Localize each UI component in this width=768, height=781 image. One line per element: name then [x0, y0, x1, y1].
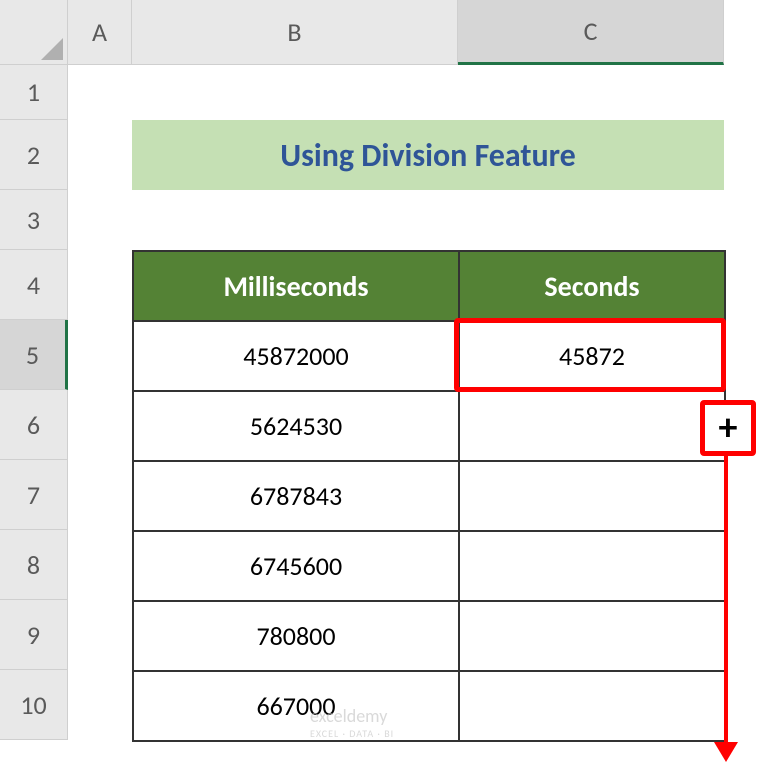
data-table: Milliseconds Seconds 45872000 45872 5624… [132, 250, 726, 742]
cell-b6[interactable]: 5624530 [133, 391, 459, 461]
row-header-2[interactable]: 2 [0, 120, 68, 190]
data-table-container: Milliseconds Seconds 45872000 45872 5624… [132, 250, 726, 742]
drag-arrow [724, 456, 728, 746]
row-header-8[interactable]: 8 [0, 530, 68, 600]
table-header-row: Milliseconds Seconds [133, 251, 725, 321]
cell-c8[interactable] [459, 531, 725, 601]
header-milliseconds[interactable]: Milliseconds [133, 251, 459, 321]
row-header-7[interactable]: 7 [0, 460, 68, 530]
row-header-5[interactable]: 5 [0, 320, 68, 390]
title-text: Using Division Feature [280, 136, 576, 175]
table-row: 5624530 [133, 391, 725, 461]
table-row: 780800 [133, 601, 725, 671]
cell-b8[interactable]: 6745600 [133, 531, 459, 601]
cell-b7[interactable]: 6787843 [133, 461, 459, 531]
table-row: 667000 [133, 671, 725, 741]
watermark-sub: EXCEL · DATA · BI [310, 727, 394, 740]
row-header-6[interactable]: 6 [0, 390, 68, 460]
row-header-4[interactable]: 4 [0, 250, 68, 320]
cell-c5[interactable]: 45872 [459, 321, 725, 391]
row-header-9[interactable]: 9 [0, 600, 68, 670]
row-header-1[interactable]: 1 [0, 65, 68, 120]
col-header-b[interactable]: B [132, 0, 458, 65]
watermark: exceldemy EXCEL · DATA · BI [310, 705, 394, 740]
select-all-triangle[interactable] [0, 0, 68, 65]
col-header-a[interactable]: A [68, 0, 132, 65]
cell-b5[interactable]: 45872000 [133, 321, 459, 391]
cell-b9[interactable]: 780800 [133, 601, 459, 671]
fill-handle[interactable]: + [700, 400, 756, 456]
column-headers: A B C [68, 0, 724, 65]
cell-c6[interactable] [459, 391, 725, 461]
row-header-3[interactable]: 3 [0, 190, 68, 250]
cell-c7[interactable] [459, 461, 725, 531]
table-row: 6787843 [133, 461, 725, 531]
table-row: 45872000 45872 [133, 321, 725, 391]
cell-c10[interactable] [459, 671, 725, 741]
cell-b10[interactable]: 667000 [133, 671, 459, 741]
table-row: 6745600 [133, 531, 725, 601]
title-banner: Using Division Feature [132, 120, 724, 190]
row-headers: 1 2 3 4 5 6 7 8 9 10 [0, 65, 68, 740]
row-header-10[interactable]: 10 [0, 670, 68, 740]
watermark-main: exceldemy [310, 705, 387, 727]
header-seconds[interactable]: Seconds [459, 251, 725, 321]
col-header-c[interactable]: C [458, 0, 724, 65]
cell-c9[interactable] [459, 601, 725, 671]
